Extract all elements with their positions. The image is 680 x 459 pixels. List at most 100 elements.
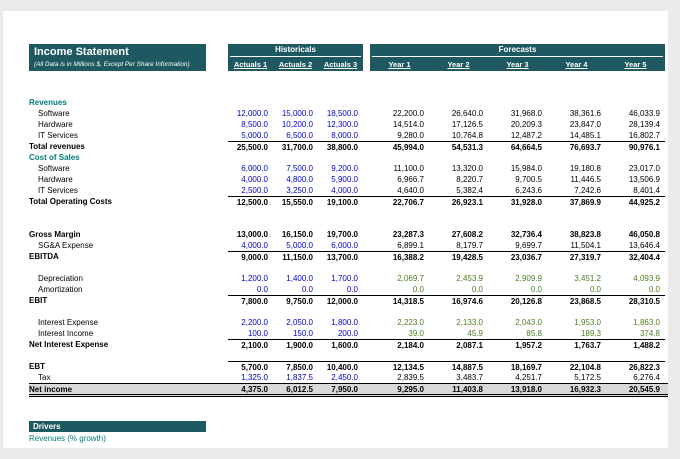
value-cell[interactable]: 0.0: [228, 284, 273, 295]
value-cell[interactable]: 11,504.1: [547, 240, 606, 251]
column-header-actuals-1[interactable]: Actuals 1: [228, 60, 273, 69]
value-cell[interactable]: 5,700.0: [228, 362, 273, 372]
value-cell[interactable]: 22,200.0: [370, 108, 429, 119]
column-header-actuals-3[interactable]: Actuals 3: [318, 60, 363, 69]
value-cell[interactable]: 26,640.0: [429, 108, 488, 119]
value-cell[interactable]: 18,500.0: [318, 108, 363, 119]
value-cell[interactable]: 100.0: [228, 328, 273, 339]
value-cell[interactable]: 0.0: [488, 284, 547, 295]
value-cell[interactable]: 1,600.0: [318, 340, 363, 350]
value-cell[interactable]: 13,700.0: [318, 252, 363, 262]
value-cell[interactable]: 15,550.0: [273, 197, 318, 207]
value-cell[interactable]: 1,800.0: [318, 317, 363, 328]
row-label[interactable]: Amortization: [29, 284, 206, 295]
value-cell[interactable]: 11,403.8: [429, 384, 488, 394]
column-header-actuals-2[interactable]: Actuals 2: [273, 60, 318, 69]
value-cell[interactable]: 9,295.0: [370, 384, 429, 394]
row-label[interactable]: IT Services: [29, 185, 206, 196]
value-cell[interactable]: 8,179.7: [429, 240, 488, 251]
value-cell[interactable]: 9,200.0: [318, 163, 363, 174]
column-header-year-3[interactable]: Year 3: [488, 60, 547, 69]
value-cell[interactable]: 2,500.0: [228, 185, 273, 196]
column-header-year-4[interactable]: Year 4: [547, 60, 606, 69]
value-cell[interactable]: 27,608.2: [429, 229, 488, 240]
value-cell[interactable]: 85.8: [488, 328, 547, 339]
value-cell[interactable]: 38,361.6: [547, 108, 606, 119]
value-cell[interactable]: 7,850.0: [273, 362, 318, 372]
value-cell[interactable]: 2,909.9: [488, 273, 547, 284]
value-cell[interactable]: 8,401.4: [606, 185, 665, 196]
value-cell[interactable]: 18,169.7: [488, 362, 547, 372]
value-cell[interactable]: 27,319.7: [547, 252, 606, 262]
value-cell[interactable]: 1,900.0: [273, 340, 318, 350]
value-cell[interactable]: 64,664.5: [488, 142, 547, 152]
value-cell[interactable]: 0.0: [606, 284, 665, 295]
value-cell[interactable]: 23,036.7: [488, 252, 547, 262]
row-label[interactable]: Net Interest Expense: [29, 339, 206, 350]
value-cell[interactable]: 76,693.7: [547, 142, 606, 152]
value-cell[interactable]: 22,706.7: [370, 197, 429, 207]
value-cell[interactable]: 37,869.9: [547, 197, 606, 207]
value-cell[interactable]: 0.0: [318, 284, 363, 295]
value-cell[interactable]: 7,950.0: [318, 384, 363, 394]
value-cell[interactable]: 4,093.9: [606, 273, 665, 284]
value-cell[interactable]: 23,868.5: [547, 296, 606, 306]
row-label[interactable]: Net income: [29, 384, 206, 394]
value-cell[interactable]: 5,172.5: [547, 372, 606, 383]
value-cell[interactable]: 8,000.0: [318, 130, 363, 141]
value-cell[interactable]: 2,450.0: [318, 372, 363, 383]
value-cell[interactable]: 16,932.3: [547, 384, 606, 394]
value-cell[interactable]: 16,388.2: [370, 252, 429, 262]
value-cell[interactable]: 23,847.0: [547, 119, 606, 130]
value-cell[interactable]: 2,133.0: [429, 317, 488, 328]
value-cell[interactable]: 12,500.0: [228, 197, 273, 207]
value-cell[interactable]: 39.0: [370, 328, 429, 339]
value-cell[interactable]: 4,640.0: [370, 185, 429, 196]
value-cell[interactable]: 11,100.0: [370, 163, 429, 174]
row-label[interactable]: SG&A Expense: [29, 240, 206, 251]
value-cell[interactable]: 3,483.7: [429, 372, 488, 383]
value-cell[interactable]: 46,050.8: [606, 229, 665, 240]
row-label[interactable]: EBITDA: [29, 251, 206, 262]
value-cell[interactable]: 19,100.0: [318, 197, 363, 207]
value-cell[interactable]: 46,033.9: [606, 108, 665, 119]
value-cell[interactable]: 1,200.0: [228, 273, 273, 284]
value-cell[interactable]: 2,453.9: [429, 273, 488, 284]
value-cell[interactable]: 31,968.0: [488, 108, 547, 119]
value-cell[interactable]: 38,823.8: [547, 229, 606, 240]
value-cell[interactable]: 45,994.0: [370, 142, 429, 152]
value-cell[interactable]: 12,000.0: [228, 108, 273, 119]
value-cell[interactable]: 6,243.6: [488, 185, 547, 196]
value-cell[interactable]: 8,220.7: [429, 174, 488, 185]
value-cell[interactable]: 0.0: [273, 284, 318, 295]
row-label[interactable]: Software: [29, 163, 206, 174]
value-cell[interactable]: 25,500.0: [228, 142, 273, 152]
drivers-row-revenues-growth[interactable]: Revenues (% growth): [29, 433, 668, 444]
value-cell[interactable]: 6,012.5: [273, 384, 318, 394]
value-cell[interactable]: 2,087.1: [429, 340, 488, 350]
value-cell[interactable]: 6,276.4: [606, 372, 665, 383]
value-cell[interactable]: 4,000.0: [318, 185, 363, 196]
value-cell[interactable]: 28,139.4: [606, 119, 665, 130]
value-cell[interactable]: 189.3: [547, 328, 606, 339]
value-cell[interactable]: 26,822.3: [606, 362, 665, 372]
value-cell[interactable]: 9,700.5: [488, 174, 547, 185]
value-cell[interactable]: 13,646.4: [606, 240, 665, 251]
value-cell[interactable]: 31,928.0: [488, 197, 547, 207]
value-cell[interactable]: 2,184.0: [370, 340, 429, 350]
row-label[interactable]: Gross Margin: [29, 229, 206, 240]
value-cell[interactable]: 2,100.0: [228, 340, 273, 350]
value-cell[interactable]: 38,800.0: [318, 142, 363, 152]
value-cell[interactable]: 0.0: [547, 284, 606, 295]
value-cell[interactable]: 10,764.8: [429, 130, 488, 141]
value-cell[interactable]: 9,000.0: [228, 252, 273, 262]
value-cell[interactable]: 6,899.1: [370, 240, 429, 251]
value-cell[interactable]: 16,150.0: [273, 229, 318, 240]
value-cell[interactable]: 19,428.5: [429, 252, 488, 262]
value-cell[interactable]: 15,984.0: [488, 163, 547, 174]
value-cell[interactable]: 3,451.2: [547, 273, 606, 284]
value-cell[interactable]: 12,000.0: [318, 296, 363, 306]
value-cell[interactable]: 0.0: [429, 284, 488, 295]
value-cell[interactable]: 6,000.0: [228, 163, 273, 174]
value-cell[interactable]: 374.8: [606, 328, 665, 339]
